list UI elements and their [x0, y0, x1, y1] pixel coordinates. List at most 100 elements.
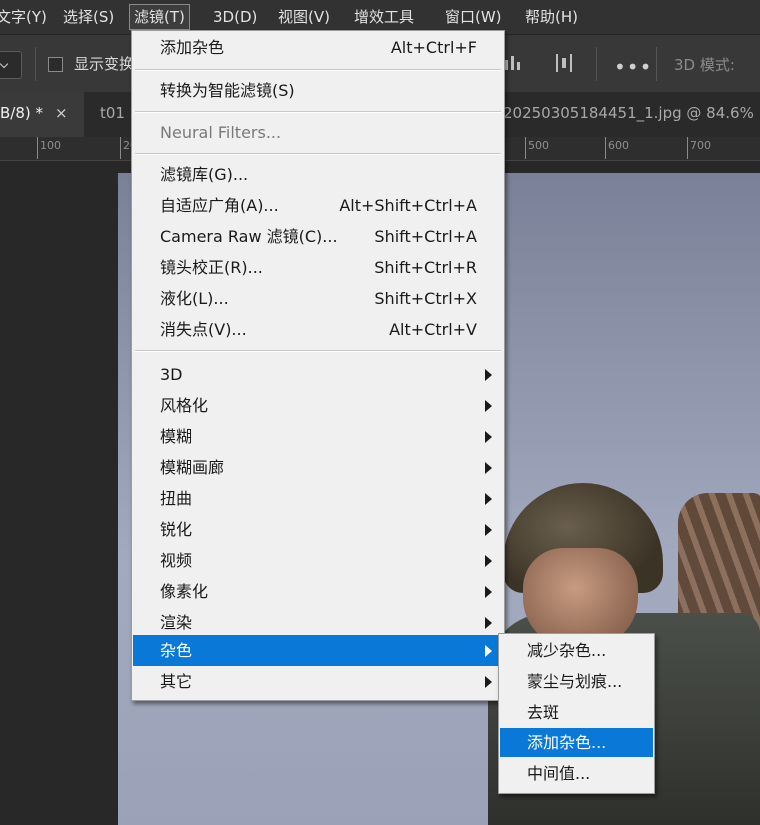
submenu-item-reduce-noise[interactable]: 减少杂色... [500, 636, 653, 665]
menu-item-shortcut: Shift+Ctrl+X [374, 289, 477, 308]
menu-separator [135, 111, 501, 113]
menu-bar: 文字(Y) 选择(S) 滤镜(T) 3D(D) 视图(V) 增效工具 窗口(W)… [0, 0, 760, 34]
menu-item-label: 3D [160, 365, 183, 384]
menu-item-label: Camera Raw 滤镜(C)... [160, 227, 338, 246]
submenu-arrow-icon [485, 462, 492, 474]
menu-item-label: 滤镜库(G)... [160, 165, 249, 184]
menu-item-liquify[interactable]: 液化(L)... Shift+Ctrl+X [133, 283, 503, 314]
menu-item-label: 减少杂色... [527, 641, 607, 660]
menu-item-label: 风格化 [160, 396, 209, 415]
menu-item-pixelate[interactable]: 像素化 [133, 576, 503, 607]
menu-item-filter-gallery[interactable]: 滤镜库(G)... [133, 159, 503, 190]
menu-item-stylize[interactable]: 风格化 [133, 390, 503, 421]
menu-item-other[interactable]: 其它 [133, 666, 503, 697]
menu-item-noise[interactable]: 杂色 [133, 635, 503, 666]
menu-item-label: 添加杂色... [527, 733, 607, 752]
menu-item-video[interactable]: 视频 [133, 545, 503, 576]
menu-item-label: 中间值... [527, 764, 591, 783]
menu-select[interactable]: 选择(S) [59, 0, 118, 34]
menu-item-vanishing-point[interactable]: 消失点(V)... Alt+Ctrl+V [133, 314, 503, 345]
menu-item-neural-filters: Neural Filters... [133, 117, 503, 148]
menu-item-label: 杂色 [160, 641, 193, 660]
3d-mode-label: 3D 模式: [674, 56, 735, 74]
menu-item-label: 去斑 [527, 703, 560, 722]
menu-item-shortcut: Alt+Shift+Ctrl+A [339, 196, 477, 215]
menu-item-camera-raw[interactable]: Camera Raw 滤镜(C)... Shift+Ctrl+A [133, 221, 503, 252]
menu-item-adaptive-wide-angle[interactable]: 自适应广角(A)... Alt+Shift+Ctrl+A [133, 190, 503, 221]
submenu-arrow-icon [485, 676, 492, 688]
menu-item-shortcut: Alt+Ctrl+V [389, 320, 477, 339]
submenu-item-median[interactable]: 中间值... [500, 759, 653, 788]
menu-item-3d[interactable]: 3D [133, 359, 503, 390]
menu-item-label: Neural Filters... [160, 123, 282, 142]
options-divider [656, 47, 657, 81]
menu-item-label: 蒙尘与划痕... [527, 672, 623, 691]
menu-item-shortcut: Shift+Ctrl+A [374, 227, 477, 246]
menu-item-sharpen[interactable]: 锐化 [133, 514, 503, 545]
menu-item-distort[interactable]: 扭曲 [133, 483, 503, 514]
close-icon[interactable]: × [55, 92, 68, 134]
menu-window[interactable]: 窗口(W) [441, 0, 506, 34]
options-divider [596, 47, 597, 81]
more-options-icon[interactable]: ••• [614, 55, 652, 79]
submenu-arrow-icon [485, 493, 492, 505]
submenu-item-dust-scratches[interactable]: 蒙尘与划痕... [500, 667, 653, 696]
menu-item-smart-filter[interactable]: 转换为智能滤镜(S) [133, 75, 503, 106]
submenu-item-add-noise[interactable]: 添加杂色... [500, 728, 653, 757]
menu-item-lens-correction[interactable]: 镜头校正(R)... Shift+Ctrl+R [133, 252, 503, 283]
ruler-tick: 600 [608, 139, 629, 152]
menu-item-last-filter[interactable]: 添加杂色 Alt+Ctrl+F [133, 32, 503, 63]
menu-item-label: 转换为智能滤镜(S) [160, 81, 295, 100]
menu-item-label: 视频 [160, 551, 193, 570]
tab-label: B/8) * [0, 104, 44, 122]
menu-item-label: 锐化 [160, 520, 193, 539]
menu-item-shortcut: Shift+Ctrl+R [374, 258, 477, 277]
distribute-icon[interactable] [555, 53, 573, 73]
menu-filter[interactable]: 滤镜(T) [129, 4, 190, 30]
submenu-arrow-icon [485, 586, 492, 598]
menu-view[interactable]: 视图(V) [274, 0, 334, 34]
menu-item-label: 镜头校正(R)... [160, 258, 263, 277]
submenu-arrow-icon [485, 645, 492, 657]
menu-item-label: 自适应广角(A)... [160, 196, 279, 215]
menu-item-label: 模糊画廊 [160, 458, 225, 477]
menu-item-shortcut: Alt+Ctrl+F [390, 38, 477, 57]
submenu-arrow-icon [485, 555, 492, 567]
options-divider [35, 47, 36, 81]
filter-menu: 添加杂色 Alt+Ctrl+F 转换为智能滤镜(S) Neural Filter… [131, 30, 505, 701]
menu-item-label: 渲染 [160, 613, 193, 632]
menu-plugins[interactable]: 增效工具 [350, 0, 418, 34]
ruler-tick: 500 [528, 139, 549, 152]
tab-document-3[interactable]: 20250305184451_1.jpg @ 84.6% [503, 92, 754, 137]
submenu-arrow-icon [485, 617, 492, 629]
menu-type[interactable]: 文字(Y) [0, 0, 51, 34]
menu-item-label: 扭曲 [160, 489, 193, 508]
menu-item-label: 其它 [160, 672, 193, 691]
tab-document-2[interactable]: t01 [100, 92, 125, 137]
menu-separator [135, 153, 501, 155]
ruler-tick: 700 [690, 139, 711, 152]
menu-item-label: 添加杂色 [160, 38, 225, 57]
menu-item-blur-gallery[interactable]: 模糊画廊 [133, 452, 503, 483]
submenu-item-despeckle[interactable]: 去斑 [500, 698, 653, 727]
submenu-arrow-icon [485, 369, 492, 381]
menu-help[interactable]: 帮助(H) [521, 0, 582, 34]
noise-submenu: 减少杂色... 蒙尘与划痕... 去斑 添加杂色... 中间值... [498, 633, 655, 794]
menu-item-label: 模糊 [160, 427, 193, 446]
menu-item-render[interactable]: 渲染 [133, 607, 503, 638]
ruler-tick: 100 [40, 139, 61, 152]
menu-item-label: 液化(L)... [160, 289, 229, 308]
show-transform-checkbox[interactable] [48, 57, 63, 72]
menu-item-label: 消失点(V)... [160, 320, 247, 339]
submenu-arrow-icon [485, 431, 492, 443]
submenu-arrow-icon [485, 524, 492, 536]
menu-separator [135, 69, 501, 71]
menu-3d[interactable]: 3D(D) [209, 0, 261, 34]
preset-dropdown[interactable] [0, 51, 22, 79]
menu-separator [135, 350, 501, 352]
submenu-arrow-icon [485, 400, 492, 412]
menu-item-label: 像素化 [160, 582, 209, 601]
tab-document-1[interactable]: B/8) * × [0, 92, 84, 137]
align-bottom-icon[interactable] [503, 54, 521, 72]
menu-item-blur[interactable]: 模糊 [133, 421, 503, 452]
